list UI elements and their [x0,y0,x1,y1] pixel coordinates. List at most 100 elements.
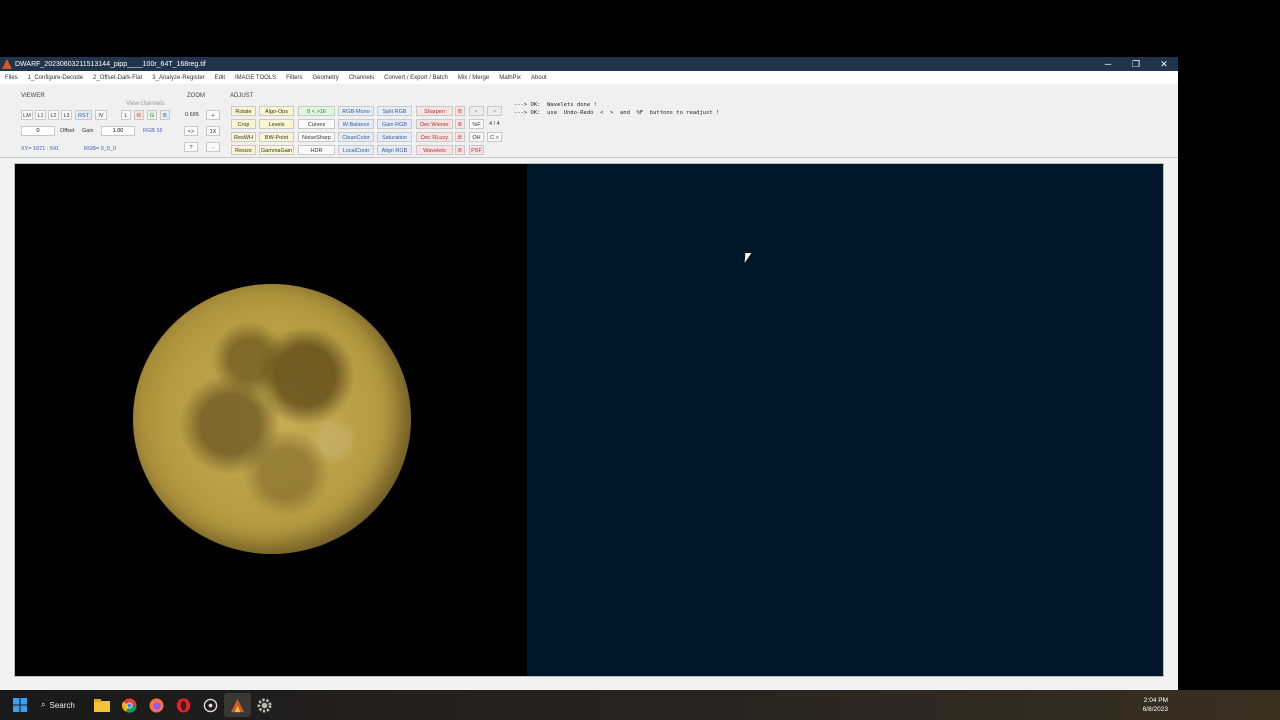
firefox-icon[interactable] [143,693,170,717]
undo-button[interactable]: < [469,106,484,116]
zoom-value: 0.695 [185,112,199,118]
minimize-button[interactable]: ─ [1094,59,1122,69]
align-rgb-button[interactable]: Align RGB [377,145,412,155]
gammagain-button[interactable]: GammaGain [259,145,294,155]
cleancolor-button[interactable]: CleanColor [338,132,374,142]
rgb-readout: RGB= 0_0_0 [84,146,116,152]
offset-stepper[interactable]: 0 [21,126,55,136]
iv-button[interactable]: IV [95,110,107,120]
hdr-button[interactable]: HDR [298,145,335,155]
menu-analyze-register[interactable]: 3_Analyze-Register [147,75,209,81]
crop-button[interactable]: Crop [231,119,256,129]
c-next-button[interactable]: C > [487,132,502,142]
gain-label: Gain [82,128,94,134]
wavelets-button[interactable]: Wavelets [416,145,453,155]
split-rgb-button[interactable]: Split RGB [377,106,412,116]
menu-geometry[interactable]: Geometry [307,75,343,81]
image-viewer[interactable] [14,163,1164,677]
file-explorer-icon[interactable] [89,693,116,717]
clock-date: 6/8/2023 [1142,706,1168,713]
menu-mathpix[interactable]: MathPix [494,75,526,81]
clock-time: 2:04 PM [1143,697,1168,704]
menu-about[interactable]: About [526,75,552,81]
toolbar: VIEWER View channels LM L1 L2 L3 RST IV … [0,84,1178,158]
viewer-section-label: VIEWER [21,93,45,99]
lm-button[interactable]: LM [21,110,33,120]
reswh-button[interactable]: ResWH [231,132,256,142]
menu-files[interactable]: Files [0,75,23,81]
opera-icon[interactable] [170,693,197,717]
oh-button[interactable]: OH [469,132,484,142]
zoom-in-button[interactable]: + [206,110,220,120]
mouse-cursor-icon [744,253,752,263]
curves-button[interactable]: Curves [298,119,335,129]
moon-image [133,284,411,554]
log-line: ---> OK: Wavelets done ! [514,102,597,108]
wavelets-b-button[interactable]: B [455,145,465,155]
gain-stepper[interactable]: 1.00 [101,126,135,136]
w-balance-button[interactable]: W-Balance [338,119,374,129]
screen: DWARF_20230603211513144_pipp____100r_64T… [0,0,1280,720]
channel-g-button[interactable]: G [147,110,157,120]
rst-button[interactable]: RST [75,110,92,120]
sharpen-button[interactable]: Sharpen [416,106,453,116]
noisesharp-button[interactable]: NoiseSharp [298,132,335,142]
system-clock[interactable]: 2:04 PM 6/8/2023 [1143,696,1168,714]
sharpen-b-button[interactable]: B [455,106,465,116]
astrosurface-taskbar-icon[interactable] [223,693,251,717]
source-image-pane[interactable] [15,164,527,676]
window-title: DWARF_20230603211513144_pipp____100r_64T… [15,60,206,68]
psf-button[interactable]: PSF [469,145,484,155]
menu-mix-merge[interactable]: Mix / Merge [453,75,494,81]
l3-button[interactable]: L3 [61,110,72,120]
dec-wiener-button[interactable]: Dec Wiener [416,119,453,129]
xy-readout: XY= 1071 : 541 [21,146,60,152]
rgb-mono-button[interactable]: RGB-Mono [338,106,374,116]
windows-start-icon[interactable] [6,693,33,717]
menu-configure-decode[interactable]: 1_Configure-Decode [23,75,88,81]
redo-button[interactable]: > [487,106,502,116]
menu-image-tools[interactable]: IMAGE TOOLS [230,75,281,81]
channel-r-button[interactable]: R [134,110,144,120]
chrome-icon[interactable] [116,693,143,717]
view-channels-label: View channels [126,101,165,107]
dec-rlucy-button[interactable]: Dec RLucy [416,132,453,142]
resize-button[interactable]: Resize [231,145,256,155]
restore-button[interactable]: ❐ [1122,59,1150,70]
l1-button[interactable]: L1 [35,110,46,120]
gain-rgb-button[interactable]: Gain RGB [377,119,412,129]
saturation-button[interactable]: Saturation [377,132,412,142]
settings-gear-icon[interactable] [251,693,278,717]
zoom-out-button[interactable]: - [206,142,220,152]
menu-edit[interactable]: Edit [210,75,230,81]
dec-wiener-b-button[interactable]: B [455,119,465,129]
menu-bar: Files 1_Configure-Decode 2_Offset-Dark-F… [0,71,1178,84]
zoom-1x-button[interactable]: 1X [206,126,220,136]
bitdepth-button[interactable]: 8 < >16 [298,106,335,116]
levels-button[interactable]: Levels [259,119,294,129]
help-button[interactable]: ? [184,142,198,152]
app-logo-icon [2,59,12,69]
menu-convert-export-batch[interactable]: Convert / Export / Batch [379,75,453,81]
algo-ops-button[interactable]: Algo-Ops [259,106,294,116]
menu-offset-dark-flat[interactable]: 2_Offset-Dark-Flat [88,75,147,81]
result-image-pane[interactable] [527,164,1163,676]
percent-f-button[interactable]: %F [469,119,484,129]
rgb-mode-label: RGB 16 [143,128,163,134]
search-icon: ⌕ [41,700,46,709]
search-label: Search [49,700,75,710]
channel-b-button[interactable]: B [160,110,170,120]
channel-l-button[interactable]: L [121,110,131,120]
history-counter: 4 / 4 [489,121,500,127]
close-button[interactable]: ✕ [1150,59,1178,70]
menu-filters[interactable]: Filters [281,75,307,81]
dec-rlucy-b-button[interactable]: B [455,132,465,142]
localcontr-button[interactable]: LocalContr [338,145,374,155]
bw-point-button[interactable]: BW-Point [259,132,294,142]
menu-channels[interactable]: Channels [344,75,379,81]
l2-button[interactable]: L2 [48,110,59,120]
zoom-fit-button[interactable]: <> [184,126,198,136]
rotate-button[interactable]: Rotate [231,106,256,116]
taskbar-search-button[interactable]: ⌕ Search [33,694,83,716]
app-circle-icon[interactable] [197,693,224,717]
